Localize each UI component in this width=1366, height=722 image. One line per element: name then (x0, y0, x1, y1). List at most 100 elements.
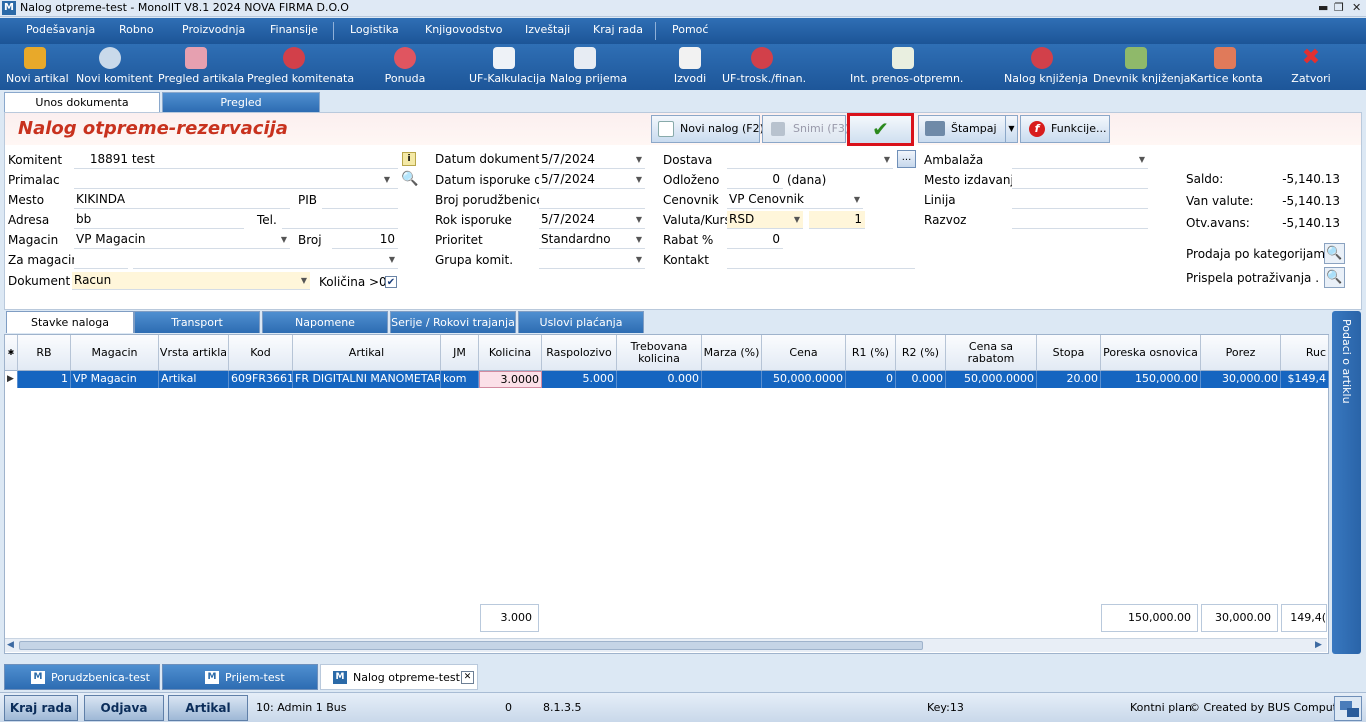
close-window-icon[interactable]: ✕ (1352, 0, 1361, 16)
statements-button[interactable]: Izvodi (673, 44, 707, 90)
mesto-field[interactable]: KIKINDA (74, 191, 290, 209)
table-row[interactable]: ▶ 1 VP Magacin Artikal 609FR3661 FR DIGI… (5, 371, 1329, 388)
column-header-kod[interactable]: Kod (229, 335, 293, 371)
column-header-artikal[interactable]: Artikal (293, 335, 441, 371)
minimize-icon[interactable]: ▬ (1318, 0, 1328, 16)
account-cards-button[interactable]: Kartice konta (1190, 44, 1263, 90)
booking-journal-button[interactable]: Dnevnik knjiženja (1093, 44, 1190, 90)
cell-r1[interactable]: 0 (846, 371, 896, 388)
cell-jm[interactable]: kom (441, 371, 479, 388)
kraj-rada-button[interactable]: Kraj rada (4, 695, 78, 721)
info-icon[interactable]: i (402, 152, 416, 166)
cell-cena-sa-rabatom[interactable]: 50,000.0000 (946, 371, 1037, 388)
column-header-magacin[interactable]: Magacin (71, 335, 159, 371)
horizontal-scrollbar[interactable]: ◀ ▶ (5, 638, 1327, 652)
cell-raspolozivo[interactable]: 5.000 (542, 371, 617, 388)
kurs-field[interactable]: 1 (809, 211, 865, 229)
cell-cena[interactable]: 50,000.0000 (762, 371, 846, 388)
adresa-field[interactable]: bb (74, 211, 244, 229)
broj-porudzbenice-field[interactable] (539, 191, 645, 209)
cell-ruc[interactable]: $149,4 (1281, 371, 1329, 388)
scroll-right-icon[interactable]: ▶ (1315, 640, 1322, 650)
cell-poreska-osnovica[interactable]: 150,000.00 (1101, 371, 1201, 388)
menu-izvestaji[interactable]: Izveštaji (525, 23, 570, 36)
column-header-ruc[interactable]: Ruc (1281, 335, 1329, 371)
mesto-izdavanja-field[interactable] (1012, 171, 1148, 189)
menu-knjigovodstvo[interactable]: Knjigovodstvo (425, 23, 503, 36)
cell-vrsta-artikla[interactable]: Artikal (159, 371, 229, 388)
menu-proizvodnja[interactable]: Proizvodnja (182, 23, 245, 36)
rabat-field[interactable]: 0 (727, 231, 783, 249)
odlozeno-field[interactable]: 0 (727, 171, 783, 189)
cenovnik-select[interactable]: VP Cenovnik ▼ (727, 191, 863, 209)
ambalaza-select[interactable]: ▼ (1012, 151, 1148, 169)
new-order-button[interactable]: Novi nalog (F2) (651, 115, 764, 143)
komitent-field[interactable]: 18891 test (74, 151, 398, 169)
restore-icon[interactable]: ❐ (1334, 0, 1344, 16)
column-header-raspolozivo[interactable]: Raspolozivo (542, 335, 617, 371)
doc-tab-prijem[interactable]: M Prijem-test (162, 664, 318, 690)
column-header-jm[interactable]: JM (441, 335, 479, 371)
menu-pomoc[interactable]: Pomoć (672, 23, 708, 36)
razvoz-field[interactable] (1012, 211, 1148, 229)
cell-magacin[interactable]: VP Magacin (71, 371, 159, 388)
receipt-order-button[interactable]: Nalog prijema (550, 44, 627, 90)
tel-field[interactable] (282, 211, 398, 229)
grupa-komit-select[interactable]: ▼ (539, 251, 645, 269)
menu-finansije[interactable]: Finansije (270, 23, 318, 36)
new-article-button[interactable]: Novi artikal (6, 44, 69, 90)
artikal-button[interactable]: Artikal (168, 695, 248, 721)
broj-field[interactable]: 10 (332, 231, 398, 249)
network-icon[interactable] (1334, 696, 1362, 721)
tab-serije-rokovi[interactable]: Serije / Rokovi trajanja (390, 311, 516, 333)
column-header-r1[interactable]: R1 (%) (846, 335, 896, 371)
prispela-search-icon[interactable]: 🔍 (1324, 267, 1345, 288)
column-header-vrsta-artikla[interactable]: Vrsta artikla (159, 335, 229, 371)
magacin-select[interactable]: VP Magacin ▼ (74, 231, 290, 249)
print-dropdown-icon[interactable]: ▼ (1005, 116, 1017, 142)
tab-napomene[interactable]: Napomene (262, 311, 388, 333)
tab-transport[interactable]: Transport (134, 311, 260, 333)
menu-kraj-rada[interactable]: Kraj rada (593, 23, 643, 36)
za-magacin-select[interactable]: ▼ (133, 251, 398, 269)
column-header-marza[interactable]: Marza (%) (702, 335, 762, 371)
cell-kolicina[interactable]: 3.0000 (479, 371, 542, 388)
cell-stopa[interactable]: 20.00 (1037, 371, 1101, 388)
column-header-porez[interactable]: Porez (1201, 335, 1281, 371)
internal-transfer-button[interactable]: Int. prenos-otpremn. (850, 44, 963, 90)
cell-porez[interactable]: 30,000.00 (1201, 371, 1281, 388)
primalac-field[interactable]: ▼ (74, 171, 398, 189)
pib-field[interactable] (322, 191, 398, 209)
dostava-select[interactable]: ▼ (727, 151, 893, 169)
menu-logistika[interactable]: Logistika (350, 23, 399, 36)
confirm-button[interactable]: ✔ (847, 113, 914, 146)
menu-robno[interactable]: Robno (119, 23, 154, 36)
prioritet-select[interactable]: Standardno ▼ (539, 231, 645, 249)
dokument-select[interactable]: Racun ▼ (72, 272, 310, 290)
tab-stavke-naloga[interactable]: Stavke naloga (6, 311, 134, 333)
column-header-cena-sa-rabatom[interactable]: Cena sa rabatom (946, 335, 1037, 371)
linija-field[interactable] (1012, 191, 1148, 209)
column-header-poreska-osnovica[interactable]: Poreska osnovica (1101, 335, 1201, 371)
close-tab-icon[interactable]: ✕ (461, 671, 474, 684)
odjava-button[interactable]: Odjava (84, 695, 164, 721)
doc-tab-porudzbenica[interactable]: M Porudzbenica-test (4, 664, 160, 690)
column-header-cena[interactable]: Cena (762, 335, 846, 371)
tab-unos-dokumenta[interactable]: Unos dokumenta (4, 92, 160, 112)
uf-costs-button[interactable]: UF-trosk./finan. (722, 44, 806, 90)
prodaja-search-icon[interactable]: 🔍 (1324, 243, 1345, 264)
scroll-left-icon[interactable]: ◀ (7, 640, 14, 650)
cell-r2[interactable]: 0.000 (896, 371, 946, 388)
save-button[interactable]: Snimi (F3) (762, 115, 849, 143)
scroll-thumb[interactable] (19, 641, 923, 650)
dostava-browse-button[interactable]: ... (897, 150, 916, 168)
cell-marza[interactable] (702, 371, 762, 388)
cell-trebovana-kolicina[interactable]: 0.000 (617, 371, 702, 388)
cell-kod[interactable]: 609FR3661 (229, 371, 293, 388)
articles-overview-button[interactable]: Pregled artikala (158, 44, 244, 90)
booking-order-button[interactable]: Nalog knjiženja (1004, 44, 1088, 90)
datum-isporuke-field[interactable]: 5/7/2024 ▼ (539, 171, 645, 189)
search-icon[interactable]: 🔍 (401, 171, 418, 187)
tab-pregled[interactable]: Pregled (162, 92, 320, 112)
column-header-r2[interactable]: R2 (%) (896, 335, 946, 371)
